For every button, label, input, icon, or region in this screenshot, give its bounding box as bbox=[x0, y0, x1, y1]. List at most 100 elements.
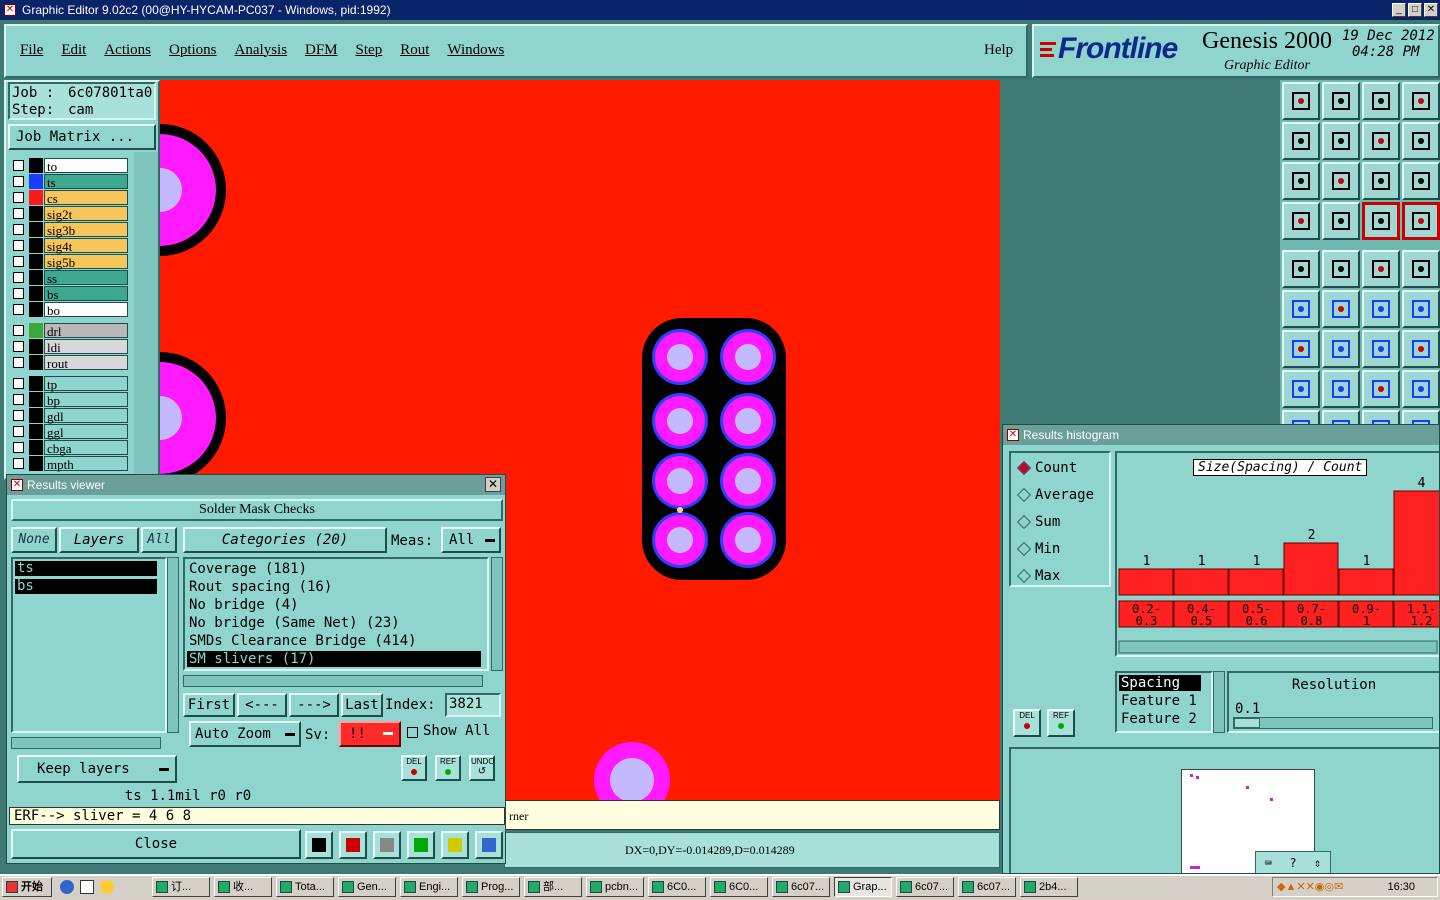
taskbar-item[interactable]: Engi... bbox=[400, 877, 458, 897]
menu-dfm[interactable]: DFM bbox=[305, 42, 338, 58]
layer-row-rout[interactable]: rout bbox=[10, 355, 128, 371]
layer-list-vscroll[interactable] bbox=[167, 557, 179, 733]
layer-scrollbar[interactable] bbox=[134, 152, 158, 480]
taskbar-item[interactable]: 6C0... bbox=[710, 877, 768, 897]
layer-checkbox[interactable] bbox=[13, 256, 24, 267]
cross-icon[interactable] bbox=[1322, 290, 1360, 328]
taskbar-item[interactable]: 收... bbox=[214, 877, 272, 897]
shift-down-icon[interactable] bbox=[1322, 82, 1360, 120]
keyboard-icon[interactable]: ⌨ bbox=[1265, 856, 1272, 870]
meas-dropdown[interactable]: All bbox=[441, 527, 501, 553]
layer-row-gdl[interactable]: gdl bbox=[10, 408, 128, 424]
tray-icons[interactable]: ◆▲✕✕◉◎✉ bbox=[1277, 880, 1343, 893]
layer-checkbox[interactable] bbox=[13, 458, 24, 469]
auto-zoom-dropdown[interactable]: Auto Zoom bbox=[189, 721, 301, 747]
home-icon[interactable] bbox=[1362, 82, 1400, 120]
layers-button[interactable]: Layers bbox=[59, 527, 139, 553]
grid-icon[interactable] bbox=[1322, 202, 1360, 240]
taskbar-item[interactable]: Gen... bbox=[338, 877, 396, 897]
shift-up-icon[interactable] bbox=[1282, 82, 1320, 120]
job-matrix-button[interactable]: Job Matrix ... bbox=[8, 124, 156, 150]
menu-rout[interactable]: Rout bbox=[400, 42, 429, 58]
notes-icon[interactable] bbox=[441, 831, 469, 859]
layer-row-bo[interactable]: bo bbox=[10, 302, 128, 318]
feature-list-scroll[interactable] bbox=[1213, 671, 1225, 733]
taskbar-item[interactable]: Grap... bbox=[834, 877, 892, 897]
layer-list-hscroll[interactable] bbox=[11, 737, 161, 749]
layer-row-ldi[interactable]: ldi bbox=[10, 339, 128, 355]
layer-checkbox[interactable] bbox=[13, 410, 24, 421]
select-icon[interactable] bbox=[1362, 202, 1400, 240]
close-button[interactable]: Close bbox=[11, 829, 301, 859]
line-icon[interactable] bbox=[1282, 330, 1320, 368]
first-button[interactable]: First bbox=[183, 693, 235, 717]
taskbar-item[interactable]: pcbn... bbox=[586, 877, 644, 897]
option-max[interactable]: Max bbox=[1015, 567, 1060, 585]
layer-checkbox[interactable] bbox=[13, 208, 24, 219]
option-average[interactable]: Average bbox=[1015, 486, 1094, 504]
layer-row-bp[interactable]: bp bbox=[10, 392, 128, 408]
layer-row-ts[interactable]: ts bbox=[10, 174, 128, 190]
desktop-icon[interactable] bbox=[80, 880, 94, 894]
index-input[interactable]: 3821 bbox=[445, 693, 501, 717]
triangle-alt-icon[interactable] bbox=[1322, 410, 1360, 424]
feature-item[interactable]: Feature 1 bbox=[1119, 693, 1201, 709]
layer-checkbox[interactable] bbox=[13, 288, 24, 299]
center-icon[interactable] bbox=[1322, 162, 1360, 200]
histogram-bar[interactable] bbox=[1228, 568, 1284, 596]
layer-checkbox[interactable] bbox=[13, 394, 24, 405]
histogram-bar[interactable] bbox=[1118, 568, 1174, 596]
fit-icon[interactable] bbox=[1282, 162, 1320, 200]
layer-checkbox[interactable] bbox=[13, 304, 24, 315]
layer-checkbox[interactable] bbox=[13, 341, 24, 352]
layer-row-ggl[interactable]: ggl bbox=[10, 424, 128, 440]
resize-icon[interactable] bbox=[1282, 370, 1320, 408]
reference-icon[interactable]: REF bbox=[435, 755, 461, 781]
help-icon[interactable] bbox=[1402, 162, 1440, 200]
results-viewer-close-icon[interactable]: ✕ bbox=[485, 477, 501, 492]
layer-checkbox[interactable] bbox=[13, 176, 24, 187]
taskbar-item[interactable]: 2b4... bbox=[1020, 877, 1078, 897]
prev-button[interactable]: <--- bbox=[237, 693, 287, 717]
taskbar-item[interactable]: 订... bbox=[152, 877, 210, 897]
layer-checkbox[interactable] bbox=[13, 240, 24, 251]
layer-checkbox[interactable] bbox=[13, 426, 24, 437]
ruler-icon[interactable] bbox=[1362, 250, 1400, 288]
resolution-slider[interactable] bbox=[1233, 717, 1433, 729]
category-item[interactable]: SMDs Clearance Bridge (414) bbox=[187, 633, 481, 649]
option-count[interactable]: Count bbox=[1015, 459, 1077, 477]
layer-checkbox[interactable] bbox=[13, 442, 24, 453]
layer-row-mpth[interactable]: mpth bbox=[10, 456, 128, 472]
layer-row-bs[interactable]: bs bbox=[10, 286, 128, 302]
align-icon[interactable] bbox=[1402, 330, 1440, 368]
severity-dropdown[interactable]: !! bbox=[339, 721, 401, 747]
measure-icon[interactable] bbox=[1362, 370, 1400, 408]
category-item[interactable]: SM slivers (17) bbox=[187, 651, 481, 667]
categories-button[interactable]: Categories (20) bbox=[183, 527, 387, 553]
menu-analysis[interactable]: Analysis bbox=[235, 42, 288, 58]
redraw-icon[interactable] bbox=[1402, 122, 1440, 160]
layer-row-ss[interactable]: ss bbox=[10, 270, 128, 286]
layer-checkbox[interactable] bbox=[13, 272, 24, 283]
next-button[interactable]: ---> bbox=[289, 693, 339, 717]
histogram-bar[interactable] bbox=[1338, 568, 1394, 596]
media-icon[interactable] bbox=[100, 880, 114, 894]
category-item[interactable]: Rout spacing (16) bbox=[187, 579, 481, 595]
stop-icon[interactable] bbox=[339, 831, 367, 859]
layer-row-sig2t[interactable]: sig2t bbox=[10, 206, 128, 222]
menu-edit[interactable]: Edit bbox=[61, 42, 86, 58]
polygon-icon[interactable] bbox=[1322, 250, 1360, 288]
arc-icon[interactable] bbox=[1362, 330, 1400, 368]
minimize-button[interactable]: _ bbox=[1392, 3, 1406, 17]
layer-checkbox[interactable] bbox=[13, 325, 24, 336]
taskbar-item[interactable]: Tota... bbox=[276, 877, 334, 897]
layer-row-sig4t[interactable]: sig4t bbox=[10, 238, 128, 254]
chart-icon[interactable] bbox=[305, 831, 333, 859]
taskbar-item[interactable]: Prog... bbox=[462, 877, 520, 897]
histogram-bar[interactable] bbox=[1393, 490, 1440, 596]
layer-row-sig3b[interactable]: sig3b bbox=[10, 222, 128, 238]
delete-icon[interactable]: DEL bbox=[401, 755, 427, 781]
categories-list[interactable]: Coverage (181) Rout spacing (16) No bridge… bbox=[183, 557, 489, 671]
menu-options[interactable]: Options bbox=[169, 42, 217, 58]
close-window-button[interactable]: ✕ bbox=[1424, 3, 1438, 17]
